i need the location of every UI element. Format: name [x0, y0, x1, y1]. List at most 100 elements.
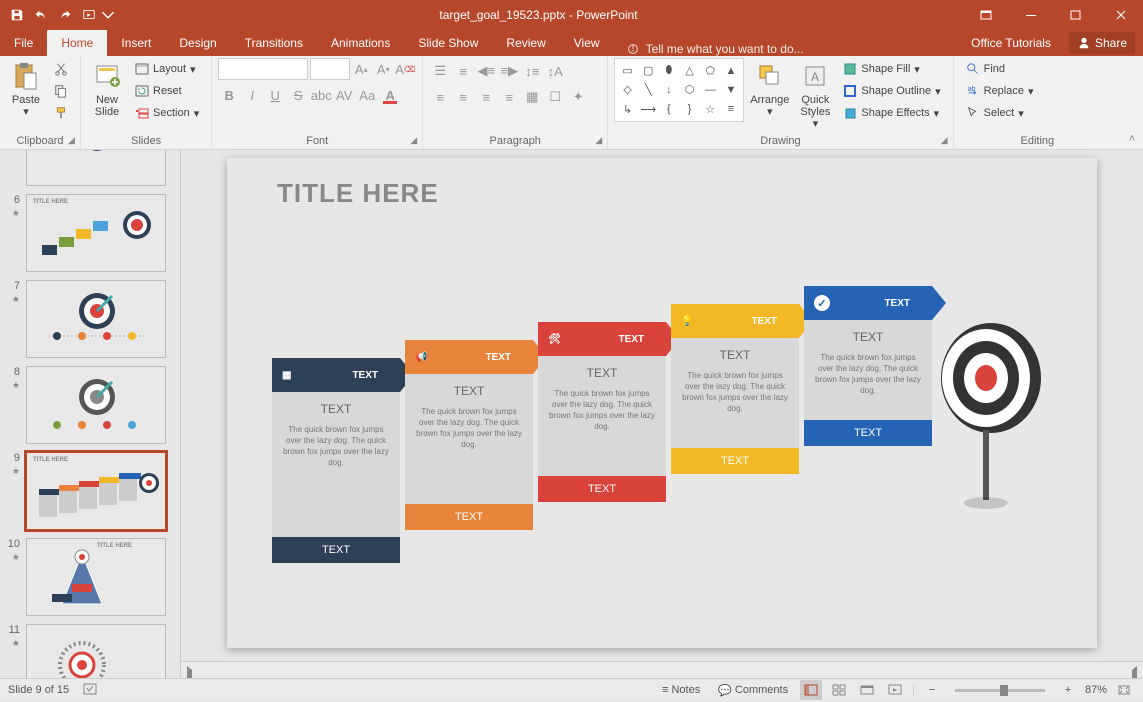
start-from-beginning-button[interactable]	[78, 4, 100, 26]
font-family-select[interactable]	[218, 58, 308, 80]
font-size-select[interactable]	[310, 58, 350, 80]
thumbnail-slide-10[interactable]: TITLE HERE	[26, 538, 166, 616]
collapse-ribbon-button[interactable]: ˄	[1129, 133, 1135, 145]
fit-to-window-button[interactable]	[1113, 680, 1135, 700]
smartart-button[interactable]: ✦	[567, 86, 589, 108]
horizontal-scrollbar[interactable]	[181, 661, 1143, 678]
save-button[interactable]	[6, 4, 28, 26]
underline-button[interactable]: U	[264, 84, 286, 106]
close-button[interactable]	[1098, 0, 1143, 29]
ribbon-display-button[interactable]	[963, 0, 1008, 29]
thumbnail-slide-6[interactable]: TITLE HERE	[26, 194, 166, 272]
share-button[interactable]: Share	[1069, 32, 1135, 54]
quick-styles-button[interactable]: A Quick Styles▾	[795, 58, 835, 132]
tab-design[interactable]: Design	[165, 30, 230, 56]
strike-button[interactable]: S	[287, 84, 309, 106]
zoom-percent[interactable]: 87%	[1085, 684, 1107, 696]
numbering-button[interactable]: ≡	[452, 60, 474, 82]
change-case-button[interactable]: Aa	[356, 84, 378, 106]
shadow-button[interactable]: abc	[310, 84, 332, 106]
decrease-indent-button[interactable]: ◀≡	[475, 60, 497, 82]
justify-button[interactable]: ≡	[498, 86, 520, 108]
font-color-button[interactable]: A	[379, 84, 401, 106]
notes-button[interactable]: ≡ Notes	[656, 679, 706, 702]
slide-canvas-scroll[interactable]: TITLE HERE ▦TEXT TEXTThe quick brown fox…	[181, 150, 1143, 661]
slide-counter[interactable]: Slide 9 of 15	[8, 684, 69, 696]
zoom-in-button[interactable]: +	[1057, 680, 1079, 700]
paste-button[interactable]: Paste▾	[6, 58, 46, 120]
window-title: target_goal_19523.pptx - PowerPoint	[114, 8, 963, 22]
thumbnail-slide[interactable]	[26, 150, 166, 186]
redo-button[interactable]	[54, 4, 76, 26]
layout-button[interactable]: Layout ▾	[129, 58, 205, 80]
char-spacing-button[interactable]: AV	[333, 84, 355, 106]
slide[interactable]: TITLE HERE ▦TEXT TEXTThe quick brown fox…	[227, 158, 1097, 648]
thumbnail-slide-7[interactable]	[26, 280, 166, 358]
shapes-gallery[interactable]: ▭▢⬮△⬠▲ ◇╲↓⬡—▼ ↳⟶{}☆≡	[614, 58, 744, 122]
office-tutorials-link[interactable]: Office Tutorials	[957, 30, 1065, 56]
normal-view-button[interactable]	[800, 680, 822, 700]
step-card-3[interactable]: 🛠TEXT TEXTThe quick brown fox jumps over…	[538, 322, 666, 502]
font-launcher[interactable]: ◢	[407, 134, 420, 147]
maximize-button[interactable]	[1053, 0, 1098, 29]
step-card-5[interactable]: ✓TEXT TEXTThe quick brown fox jumps over…	[804, 286, 932, 446]
zoom-out-button[interactable]: −	[921, 680, 943, 700]
increase-indent-button[interactable]: ≡▶	[498, 60, 520, 82]
align-right-button[interactable]: ≡	[475, 86, 497, 108]
qat-customize[interactable]	[102, 4, 114, 26]
reading-view-button[interactable]	[856, 680, 878, 700]
thumbnail-slide-11[interactable]	[26, 624, 166, 678]
replace-button[interactable]: abReplace ▾	[960, 80, 1040, 102]
paragraph-launcher[interactable]: ◢	[592, 134, 605, 147]
shape-fill-button[interactable]: Shape Fill ▾	[837, 58, 946, 80]
arrange-button[interactable]: Arrange▾	[746, 58, 793, 120]
slide-thumbnails-panel[interactable]: 6★TITLE HERE 7★ 8★ 9★TITLE HERE 10★TITLE…	[0, 150, 181, 678]
align-text-button[interactable]: ☐	[544, 86, 566, 108]
find-button[interactable]: Find	[960, 58, 1040, 80]
slideshow-view-button[interactable]	[884, 680, 906, 700]
zoom-slider[interactable]	[955, 689, 1045, 692]
spell-check-icon[interactable]	[83, 682, 99, 699]
file-tab[interactable]: File	[0, 30, 47, 56]
clear-formatting-button[interactable]: A⌫	[394, 58, 416, 80]
increase-font-button[interactable]: A▴	[350, 58, 372, 80]
text-direction-button[interactable]: ↕A	[544, 60, 566, 82]
cut-button[interactable]	[48, 58, 74, 80]
slide-title[interactable]: TITLE HERE	[277, 178, 439, 209]
thumbnail-slide-9[interactable]: TITLE HERE	[26, 452, 166, 530]
clipboard-launcher[interactable]: ◢	[65, 134, 78, 147]
tab-insert[interactable]: Insert	[107, 30, 165, 56]
shape-outline-button[interactable]: Shape Outline ▾	[837, 80, 946, 102]
tab-review[interactable]: Review	[492, 30, 559, 56]
italic-button[interactable]: I	[241, 84, 263, 106]
comments-button[interactable]: 💬 Comments	[712, 679, 794, 702]
tab-animations[interactable]: Animations	[317, 30, 404, 56]
step-card-4[interactable]: 💡TEXT TEXTThe quick brown fox jumps over…	[671, 304, 799, 474]
decrease-font-button[interactable]: A▾	[372, 58, 394, 80]
bullets-button[interactable]: ☰	[429, 60, 451, 82]
line-spacing-button[interactable]: ↕≡	[521, 60, 543, 82]
tell-me-search[interactable]: Tell me what you want to do...	[614, 42, 958, 56]
slide-sorter-button[interactable]	[828, 680, 850, 700]
tab-home[interactable]: Home	[47, 30, 107, 56]
minimize-button[interactable]	[1008, 0, 1053, 29]
tab-slideshow[interactable]: Slide Show	[404, 30, 492, 56]
section-button[interactable]: Section ▾	[129, 102, 205, 124]
step-card-1[interactable]: ▦TEXT TEXTThe quick brown fox jumps over…	[272, 358, 400, 563]
tab-view[interactable]: View	[560, 30, 614, 56]
drawing-launcher[interactable]: ◢	[938, 134, 951, 147]
undo-button[interactable]	[30, 4, 52, 26]
shape-effects-button[interactable]: Shape Effects ▾	[837, 102, 946, 124]
reset-button[interactable]: Reset	[129, 80, 205, 102]
format-painter-button[interactable]	[48, 102, 74, 124]
tab-transitions[interactable]: Transitions	[231, 30, 317, 56]
new-slide-button[interactable]: New Slide	[87, 58, 127, 120]
step-card-2[interactable]: 📢TEXT TEXTThe quick brown fox jumps over…	[405, 340, 533, 530]
columns-button[interactable]: ▦	[521, 86, 543, 108]
align-left-button[interactable]: ≡	[429, 86, 451, 108]
copy-button[interactable]	[48, 80, 74, 102]
select-button[interactable]: Select ▾	[960, 102, 1040, 124]
thumbnail-slide-8[interactable]	[26, 366, 166, 444]
align-center-button[interactable]: ≡	[452, 86, 474, 108]
bold-button[interactable]: B	[218, 84, 240, 106]
